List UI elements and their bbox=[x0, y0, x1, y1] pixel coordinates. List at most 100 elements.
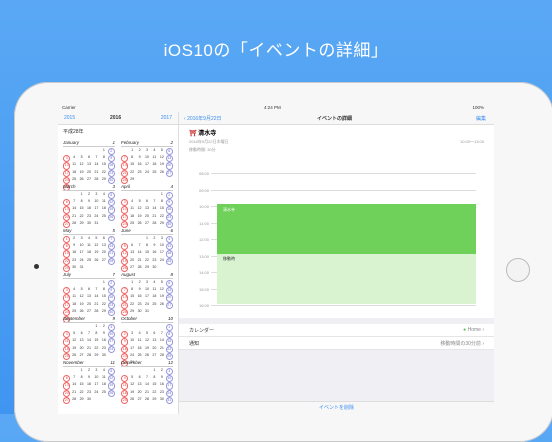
day-cell[interactable]: 30 bbox=[136, 309, 143, 316]
day-cell[interactable]: 1 bbox=[78, 368, 85, 375]
day-cell[interactable]: 11 bbox=[85, 243, 92, 250]
day-cell[interactable]: 24 bbox=[63, 176, 71, 185]
month-october[interactable]: October 10 1 2 3 4 5 6 7 8 9 10 11 12 13 14 15 16 17 18 19 20… bbox=[121, 316, 173, 368]
edit-button[interactable]: 編集 bbox=[476, 115, 486, 122]
day-cell[interactable]: 23 bbox=[107, 301, 115, 309]
day-cell[interactable]: 17 bbox=[128, 346, 135, 353]
day-cell[interactable]: 19 bbox=[78, 302, 85, 309]
day-cell[interactable]: 6 bbox=[143, 199, 150, 206]
day-cell[interactable]: 15 bbox=[63, 250, 71, 258]
day-cell[interactable]: 7 bbox=[121, 287, 129, 295]
day-cell[interactable]: 13 bbox=[85, 294, 92, 301]
day-cell[interactable]: 18 bbox=[151, 294, 158, 301]
day-cell[interactable]: 26 bbox=[78, 309, 85, 316]
day-cell[interactable]: 11 bbox=[136, 338, 143, 345]
day-cell[interactable]: 15 bbox=[78, 382, 85, 389]
day-cell[interactable]: 26 bbox=[136, 221, 143, 228]
day-cell[interactable]: 13 bbox=[165, 287, 173, 295]
day-cell[interactable]: 29 bbox=[143, 265, 150, 272]
day-cell[interactable]: 23 bbox=[100, 346, 107, 353]
day-cell[interactable]: 11 bbox=[70, 294, 77, 301]
day-cell[interactable]: 19 bbox=[107, 382, 115, 390]
day-cell[interactable]: 18 bbox=[165, 250, 173, 258]
day-cell[interactable]: 13 bbox=[63, 382, 71, 390]
day-cell[interactable]: 5 bbox=[78, 287, 85, 294]
day-cell[interactable]: 23 bbox=[107, 169, 115, 177]
day-cell[interactable]: 22 bbox=[100, 302, 107, 309]
day-cell[interactable]: 4 bbox=[136, 331, 143, 338]
day-cell[interactable]: 2 bbox=[121, 331, 129, 339]
day-cell[interactable]: 7 bbox=[70, 375, 77, 382]
day-cell[interactable]: 24 bbox=[128, 353, 135, 360]
day-cell[interactable]: 19 bbox=[93, 250, 100, 257]
day-cell[interactable]: 7 bbox=[85, 331, 92, 338]
day-cell[interactable]: 16 bbox=[70, 250, 77, 257]
day-cell[interactable]: 7 bbox=[121, 155, 129, 163]
day-cell[interactable]: 14 bbox=[85, 338, 92, 345]
day-cell[interactable]: 1 bbox=[63, 236, 71, 244]
day-cell[interactable]: 5 bbox=[158, 280, 165, 287]
day-cell[interactable]: 4 bbox=[70, 155, 77, 162]
day-cell[interactable]: 27 bbox=[165, 169, 173, 177]
day-cell[interactable]: 25 bbox=[100, 214, 107, 221]
month-july[interactable]: July 7 1 2 3 4 5 6 7 8 9 10 11 12 13 14 15 16 17 18 19 20 21 22… bbox=[63, 272, 115, 324]
day-cell[interactable]: 1 bbox=[128, 148, 135, 155]
day-cell[interactable]: 3 bbox=[63, 287, 71, 295]
day-cell[interactable]: 10 bbox=[158, 243, 165, 250]
day-cell[interactable]: 8 bbox=[100, 155, 107, 162]
month-january[interactable]: January 1 1 2 3 4 5 6 7 8 9 10 11 12 13 14 15 16 17 18 19 20 2… bbox=[63, 140, 115, 192]
day-cell[interactable]: 29 bbox=[165, 352, 173, 361]
day-cell[interactable]: 12 bbox=[136, 206, 143, 213]
day-cell[interactable]: 19 bbox=[78, 170, 85, 177]
day-cell[interactable]: 4 bbox=[70, 287, 77, 294]
day-cell[interactable]: 28 bbox=[158, 353, 165, 360]
day-cell[interactable]: 30 bbox=[85, 397, 92, 404]
month-may[interactable]: May 5 1 2 3 4 5 6 7 8 9 10 11 12 13 14 15 16 17 18 19 20 21 22 2… bbox=[63, 228, 115, 273]
day-cell[interactable]: 2 bbox=[158, 368, 165, 375]
day-cell[interactable]: 27 bbox=[85, 309, 92, 316]
day-cell[interactable]: 4 bbox=[128, 199, 135, 206]
day-cell[interactable]: 29 bbox=[63, 264, 71, 273]
day-cell[interactable]: 20 bbox=[85, 170, 92, 177]
day-cell[interactable]: 24 bbox=[93, 214, 100, 221]
day-cell[interactable]: 12 bbox=[70, 338, 77, 345]
day-cell[interactable]: 25 bbox=[151, 302, 158, 309]
day-cell[interactable]: 22 bbox=[78, 390, 85, 397]
day-cell[interactable]: 21 bbox=[158, 346, 165, 353]
day-cell[interactable]: 7 bbox=[93, 155, 100, 162]
day-cell[interactable]: 29 bbox=[128, 177, 135, 184]
day-cell[interactable]: 13 bbox=[100, 243, 107, 250]
home-button[interactable] bbox=[506, 258, 530, 282]
day-cell[interactable]: 30 bbox=[100, 353, 107, 360]
day-cell[interactable]: 17 bbox=[165, 382, 173, 390]
day-cell[interactable]: 22 bbox=[93, 346, 100, 353]
day-cell[interactable]: 29 bbox=[78, 397, 85, 404]
day-cell[interactable]: 26 bbox=[158, 302, 165, 309]
day-cell[interactable]: 31 bbox=[93, 221, 100, 228]
day-cell[interactable]: 9 bbox=[121, 338, 129, 346]
day-cell[interactable]: 28 bbox=[70, 397, 77, 404]
day-cell[interactable]: 3 bbox=[93, 192, 100, 199]
day-cell[interactable]: 28 bbox=[70, 221, 77, 228]
day-cell[interactable]: 17 bbox=[93, 206, 100, 213]
day-cell[interactable]: 27 bbox=[63, 220, 71, 229]
day-cell[interactable]: 6 bbox=[78, 331, 85, 338]
day-cell[interactable]: 3 bbox=[63, 155, 71, 163]
day-cell[interactable]: 6 bbox=[85, 287, 92, 294]
day-cell[interactable]: 26 bbox=[128, 397, 135, 404]
day-cell[interactable]: 28 bbox=[121, 176, 129, 185]
day-cell[interactable]: 18 bbox=[151, 162, 158, 169]
day-cell[interactable]: 6 bbox=[85, 155, 92, 162]
day-cell[interactable]: 28 bbox=[151, 221, 158, 228]
day-cell[interactable]: 13 bbox=[78, 338, 85, 345]
day-cell[interactable]: 2 bbox=[107, 148, 115, 156]
day-cell[interactable]: 17 bbox=[63, 169, 71, 177]
day-cell[interactable]: 14 bbox=[107, 243, 115, 251]
day-cell[interactable]: 30 bbox=[107, 176, 115, 185]
day-cell[interactable]: 16 bbox=[151, 250, 158, 257]
day-cell[interactable]: 10 bbox=[63, 162, 71, 170]
day-cell[interactable]: 28 bbox=[85, 353, 92, 360]
day-cell[interactable]: 14 bbox=[93, 294, 100, 301]
day-cell[interactable]: 1 bbox=[151, 368, 158, 375]
day-cell[interactable]: 22 bbox=[128, 302, 135, 309]
